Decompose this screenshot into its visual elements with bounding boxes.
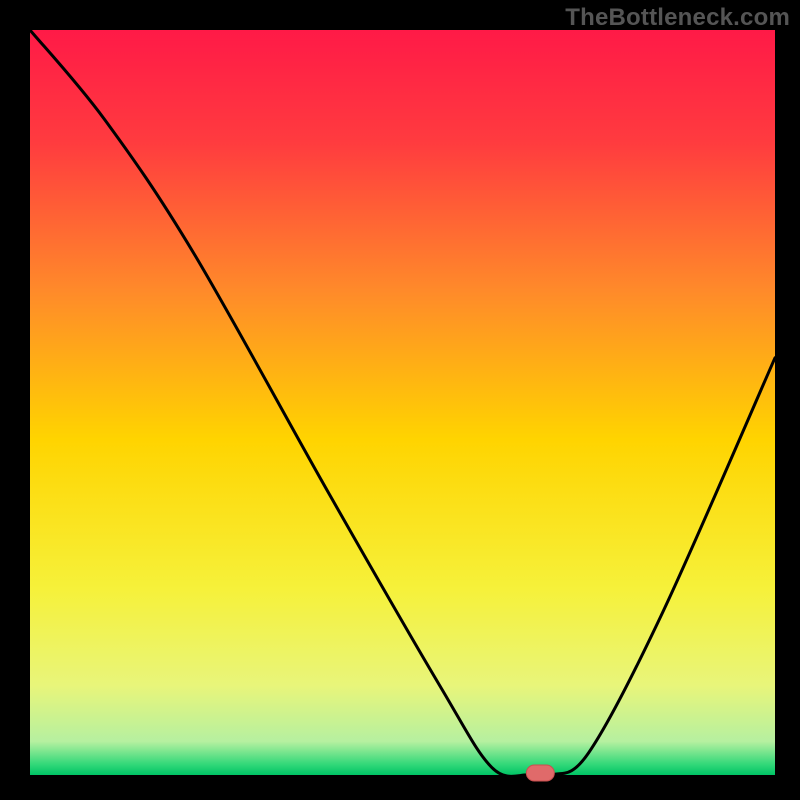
bottleneck-chart — [0, 0, 800, 800]
chart-stage: TheBottleneck.com — [0, 0, 800, 800]
highlight-marker — [526, 765, 554, 781]
heat-gradient-background — [30, 30, 775, 775]
